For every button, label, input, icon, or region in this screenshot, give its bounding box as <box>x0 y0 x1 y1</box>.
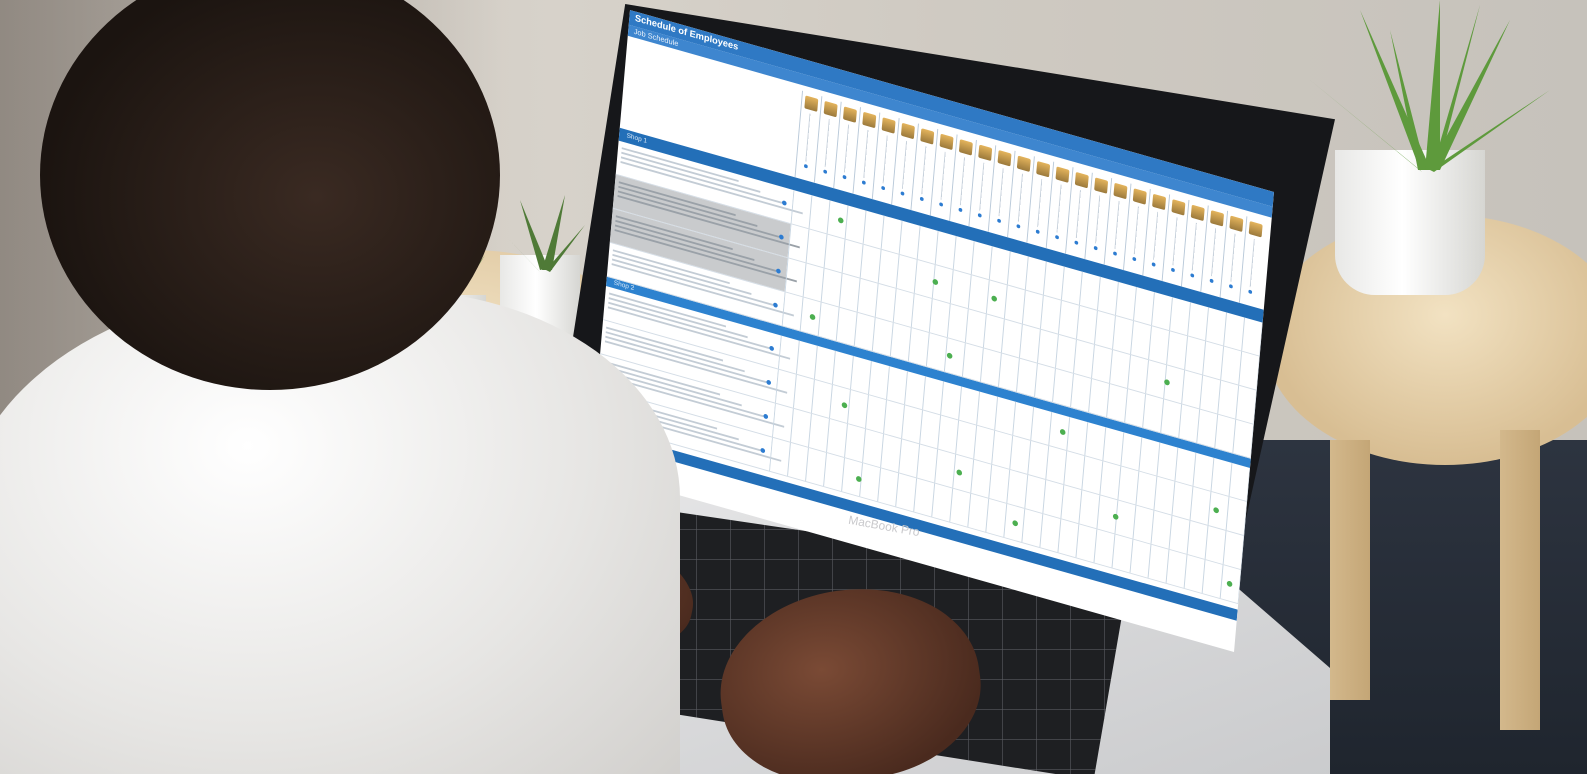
assignment-dot[interactable] <box>956 468 963 477</box>
status-dot <box>1016 223 1021 229</box>
employee-name-placeholder <box>978 162 986 212</box>
assignment-dot[interactable] <box>841 401 848 409</box>
employee-avatar-icon <box>1171 199 1186 216</box>
status-dot <box>1055 234 1060 240</box>
assignment-dot[interactable] <box>1226 580 1233 588</box>
job-marker-icon <box>778 234 784 240</box>
status-dot <box>958 207 963 213</box>
employee-avatar-icon <box>900 122 915 140</box>
status-dot <box>1170 267 1175 273</box>
job-marker-icon <box>781 200 787 206</box>
assignment-dot[interactable] <box>837 216 844 224</box>
employee-name-placeholder <box>1171 217 1179 266</box>
table-leg <box>1500 430 1540 730</box>
status-dot <box>1151 262 1156 267</box>
employee-name-placeholder <box>1114 200 1121 250</box>
status-dot <box>1209 278 1214 284</box>
job-marker-icon <box>763 413 769 420</box>
employee-avatar-icon <box>862 111 877 129</box>
employee-avatar-icon <box>1229 215 1244 233</box>
employee-name-placeholder <box>882 135 890 184</box>
employee-avatar-icon <box>842 106 857 123</box>
assignment-dot[interactable] <box>1011 519 1018 527</box>
job-marker-icon <box>772 302 778 309</box>
status-dot <box>1248 289 1253 295</box>
employee-name-placeholder <box>940 151 948 201</box>
assignment-dot[interactable] <box>1112 513 1119 521</box>
status-dot <box>823 169 828 175</box>
employee-name-placeholder <box>1094 195 1102 244</box>
employee-name-placeholder <box>1210 228 1218 277</box>
status-dot <box>900 191 905 196</box>
assignment-dot[interactable] <box>809 313 816 321</box>
assignment-dot[interactable] <box>991 295 998 303</box>
employee-avatar-icon <box>978 144 993 162</box>
employee-avatar-icon <box>1036 160 1051 178</box>
employee-name-placeholder <box>901 140 909 190</box>
status-dot <box>977 213 982 218</box>
employee-name-placeholder <box>862 129 870 179</box>
employee-name-placeholder <box>1249 238 1257 288</box>
employee-name-placeholder <box>1191 222 1199 272</box>
employee-avatar-icon <box>958 139 973 156</box>
employee-avatar-icon <box>1055 166 1070 183</box>
status-dot <box>861 180 866 185</box>
assignment-dot[interactable] <box>932 278 939 286</box>
employee-name-placeholder <box>1036 178 1044 228</box>
status-dot <box>1093 245 1098 251</box>
status-dot <box>1228 283 1233 289</box>
employee-name-placeholder <box>959 157 967 206</box>
status-dot <box>881 185 886 191</box>
employee-name-placeholder <box>998 167 1006 217</box>
status-dot <box>997 218 1002 224</box>
status-dot <box>1035 229 1040 235</box>
employee-name-placeholder <box>1017 173 1025 223</box>
employee-avatar-icon <box>823 100 838 118</box>
status-dot <box>1190 273 1195 278</box>
job-marker-icon <box>766 379 772 386</box>
employee-name-placeholder <box>1075 189 1083 239</box>
assignment-dot[interactable] <box>855 475 862 483</box>
employee-avatar-icon <box>1113 182 1128 200</box>
employee-avatar-icon <box>1132 188 1147 205</box>
photo-scene: Schedule of Employees Job Schedule Shop … <box>0 0 1587 774</box>
employee-avatar-icon <box>1152 193 1167 211</box>
assignment-dot[interactable] <box>946 352 953 360</box>
job-marker-icon <box>775 268 781 275</box>
employee-name-placeholder <box>1133 206 1141 255</box>
employee-name-placeholder <box>824 118 832 168</box>
employee-avatar-icon <box>1074 171 1089 189</box>
status-dot <box>1113 251 1117 256</box>
employee-avatar-icon <box>1248 220 1263 238</box>
employee-avatar-icon <box>939 133 954 151</box>
employee-name-placeholder <box>1152 211 1160 261</box>
status-dot <box>803 163 808 169</box>
employee-avatar-icon <box>920 128 935 145</box>
employee-name-placeholder <box>920 146 928 195</box>
assignment-dot[interactable] <box>1213 506 1220 514</box>
plant-leaves <box>1310 0 1550 172</box>
employee-avatar-icon <box>881 117 896 134</box>
assignment-dot[interactable] <box>1059 428 1066 436</box>
assignment-dot[interactable] <box>1164 378 1171 386</box>
employee-name-placeholder <box>1229 233 1237 283</box>
employee-avatar-icon <box>1016 155 1031 172</box>
employee-name-placeholder <box>843 124 851 173</box>
employee-name-placeholder <box>1056 184 1063 233</box>
employee-avatar-icon <box>804 95 819 112</box>
status-dot <box>939 202 944 207</box>
employee-name-placeholder <box>804 113 812 163</box>
employee-avatar-icon <box>1094 177 1109 194</box>
status-dot <box>1074 240 1079 246</box>
status-dot <box>1132 256 1137 262</box>
status-dot <box>842 174 847 180</box>
employee-avatar-icon <box>1210 210 1225 227</box>
status-dot <box>919 196 924 202</box>
employee-avatar-icon <box>997 150 1012 167</box>
job-marker-icon <box>760 447 766 454</box>
table-leg <box>1330 440 1370 700</box>
job-marker-icon <box>769 345 775 352</box>
employee-avatar-icon <box>1190 204 1205 222</box>
